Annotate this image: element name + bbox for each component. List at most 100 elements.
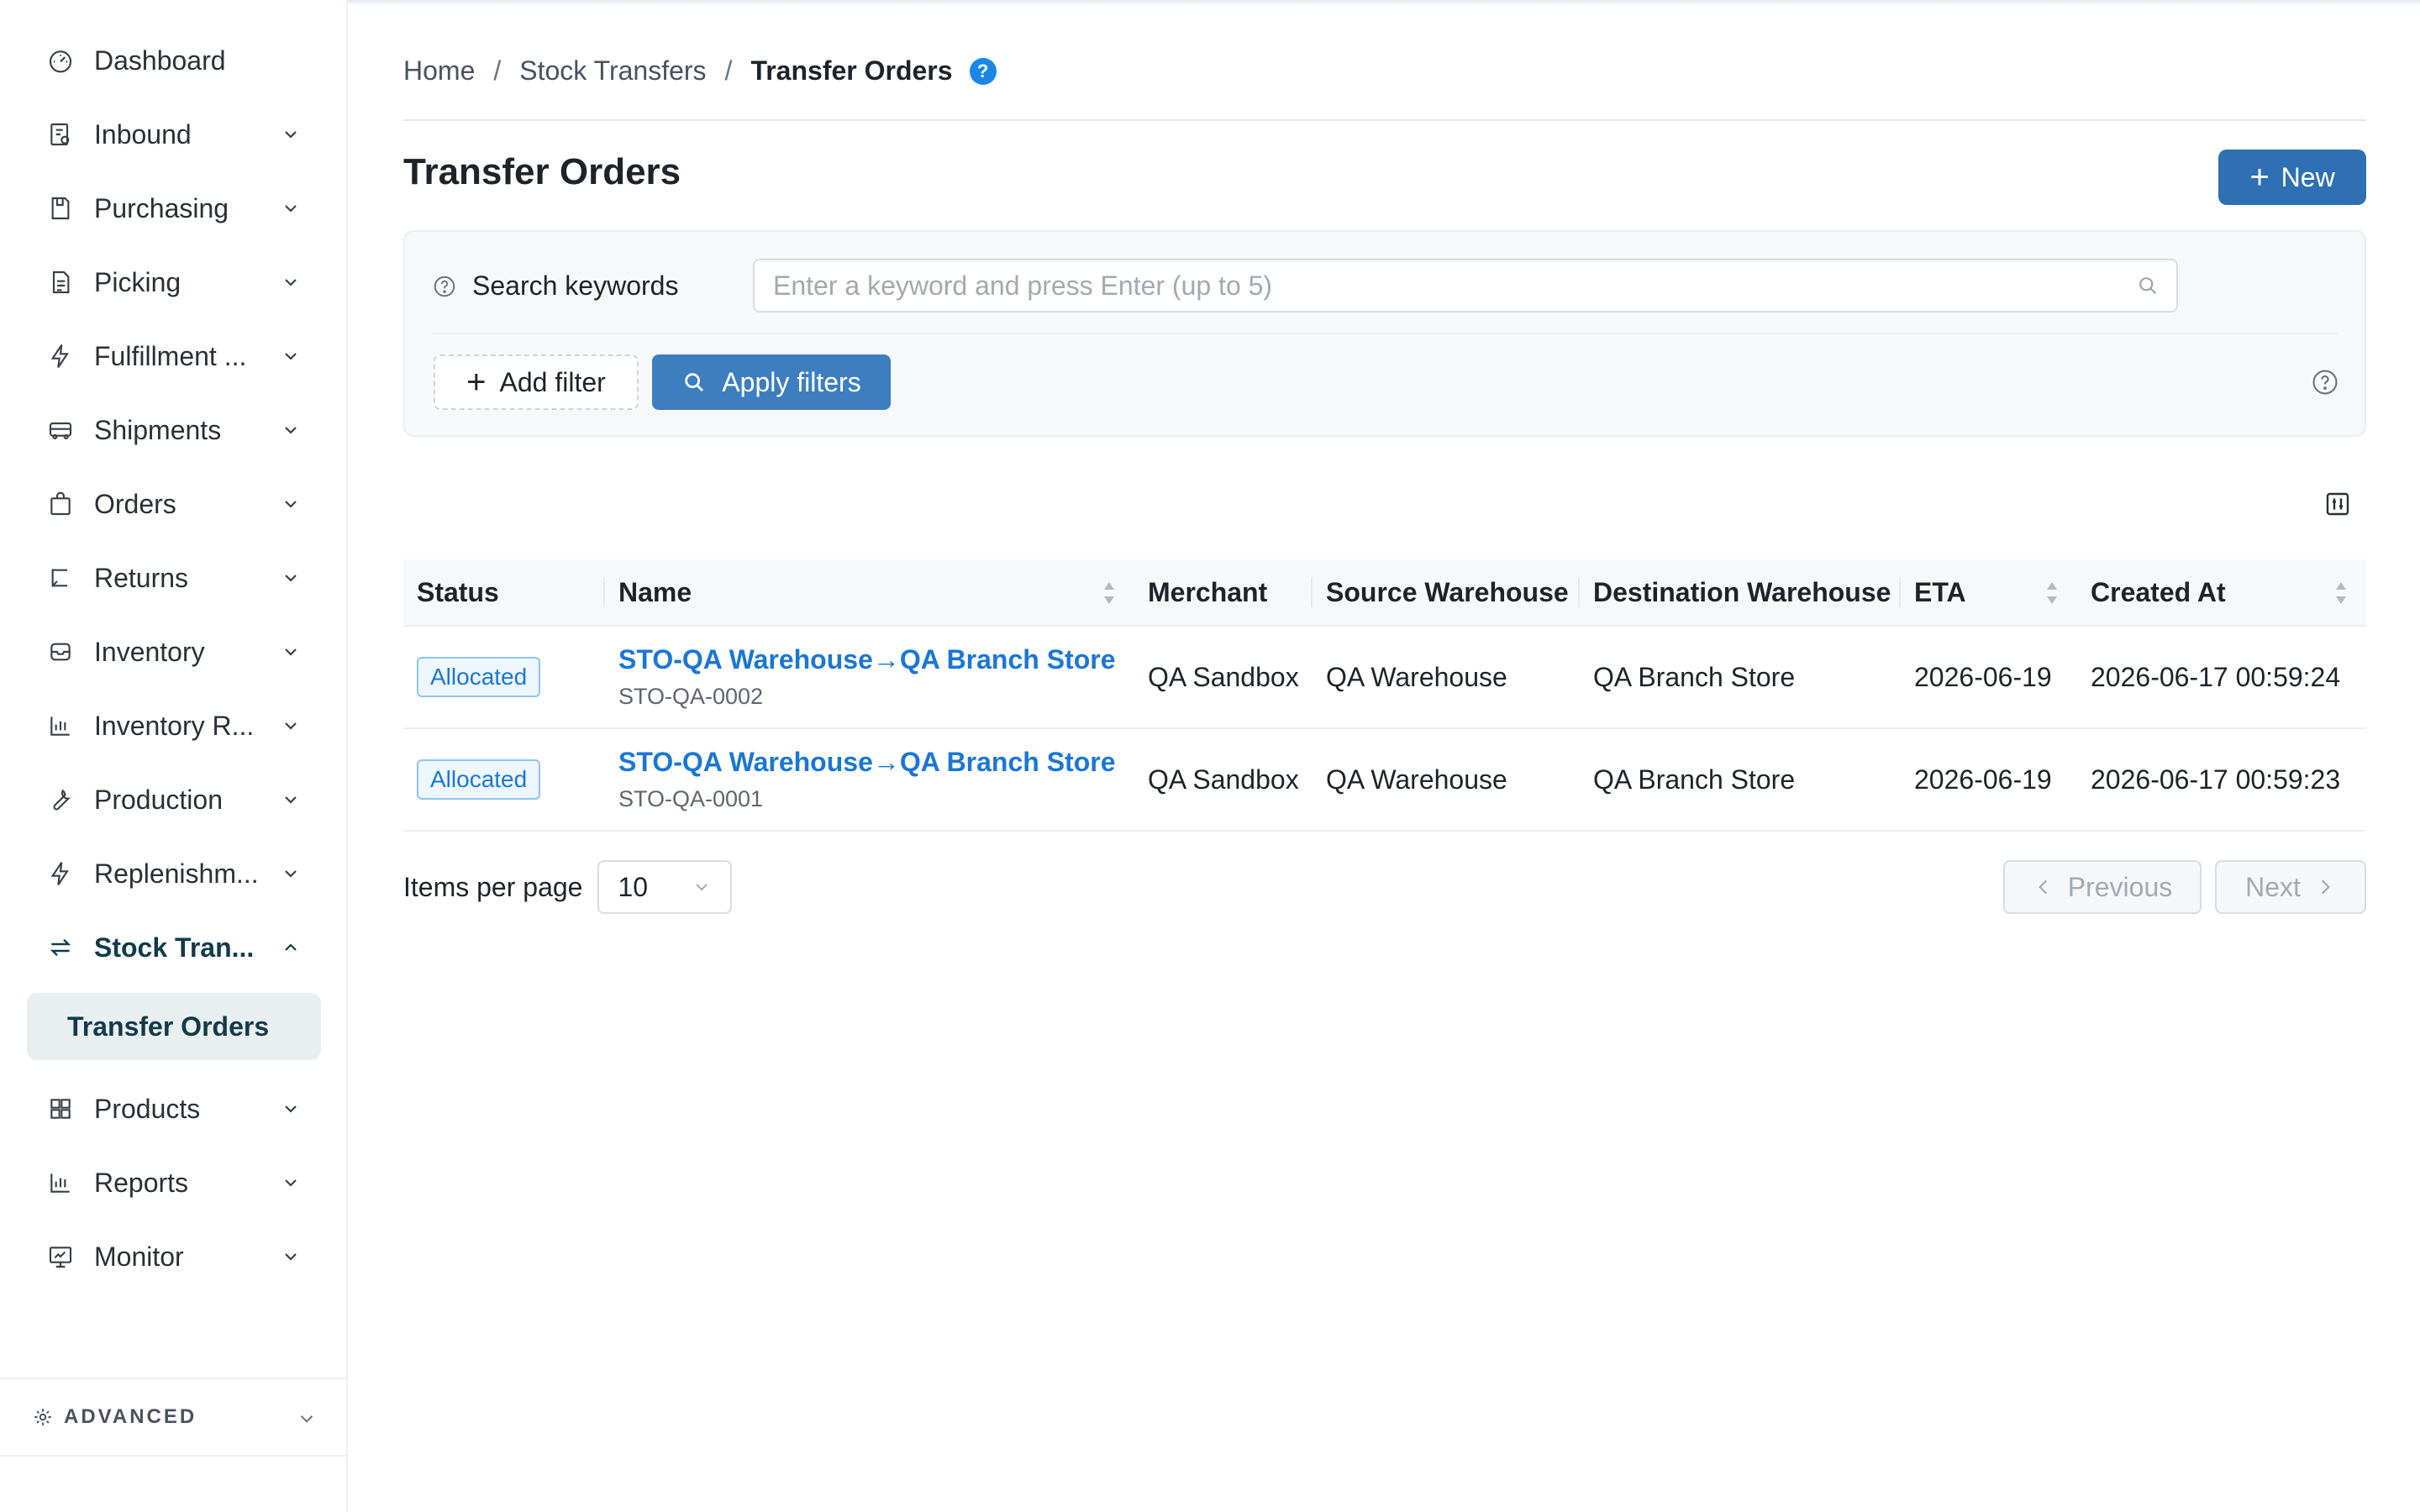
- eta-cell: 2026-06-19: [1914, 661, 2052, 692]
- sidebar-item-stock-transfers[interactable]: Stock Tran...: [25, 916, 302, 979]
- chevron-down-icon: [279, 492, 302, 516]
- transfer-order-code: STO-QA-0001: [618, 786, 764, 811]
- search-keywords-label: Search keywords: [432, 270, 678, 302]
- sidebar-item-monitor[interactable]: Monitor: [25, 1225, 302, 1289]
- breadcrumb-separator: /: [724, 55, 733, 86]
- swap-icon: [42, 929, 79, 966]
- created-at-cell: 2026-06-17 00:59:24: [2091, 661, 2341, 692]
- previous-label: Previous: [2067, 871, 2173, 902]
- sidebar-item-inventory[interactable]: Inventory: [25, 620, 302, 684]
- name-cell: STO-QA Warehouse→QA Branch Store STO-QA-…: [605, 626, 1134, 728]
- grid-icon: [42, 1090, 79, 1127]
- column-header-created-at[interactable]: Created At: [2077, 559, 2366, 626]
- top-shadow: [348, 0, 2420, 5]
- sidebar-item-fulfillment[interactable]: Fulfillment ...: [25, 324, 302, 388]
- status-badge: Allocated: [417, 657, 541, 697]
- column-header-status: Status: [403, 559, 605, 626]
- wrench-icon: [42, 781, 79, 818]
- breadcrumb-divider: [403, 119, 2366, 121]
- apply-filters-button[interactable]: Apply filters: [652, 354, 891, 410]
- sidebar-item-label: Monitor: [94, 1241, 184, 1272]
- chevron-down-icon: [279, 566, 302, 590]
- next-button[interactable]: Next: [2215, 860, 2366, 914]
- column-header-merchant: Merchant: [1134, 559, 1313, 626]
- sidebar-item-inventory-reports[interactable]: Inventory R...: [25, 694, 302, 758]
- sort-icon[interactable]: [2044, 579, 2060, 607]
- sidebar-item-production[interactable]: Production: [25, 768, 302, 832]
- destination-warehouse-cell: QA Branch Store: [1593, 764, 1796, 795]
- column-header-label: Merchant: [1148, 576, 1268, 607]
- breadcrumb-home[interactable]: Home: [403, 55, 475, 87]
- transfer-orders-table: Status Name Merchant Source Warehouse De…: [403, 559, 2366, 832]
- items-per-page-select[interactable]: 10: [597, 860, 733, 914]
- sidebar-item-label: Returns: [94, 562, 189, 593]
- column-header-label: Status: [417, 576, 499, 607]
- chevron-down-icon: [279, 1245, 302, 1268]
- sidebar-item-label: Orders: [94, 488, 176, 519]
- chevron-down-icon: [279, 862, 302, 885]
- transfer-order-link[interactable]: STO-QA Warehouse→QA Branch Store: [618, 747, 1134, 778]
- status-badge: Allocated: [417, 759, 541, 800]
- sidebar-item-picking[interactable]: Picking: [25, 250, 302, 314]
- search-icon: [2136, 274, 2160, 297]
- help-circle-icon[interactable]: [2311, 368, 2339, 396]
- table-row[interactable]: Allocated STO-QA Warehouse→QA Branch Sto…: [403, 627, 2366, 729]
- plus-icon: +: [466, 364, 487, 401]
- bolt-icon: [42, 338, 79, 375]
- inbound-icon: [42, 116, 79, 153]
- truck-icon: [42, 412, 79, 449]
- breadcrumb: Home / Stock Transfers / Transfer Orders…: [403, 55, 997, 87]
- search-label-text: Search keywords: [472, 270, 679, 301]
- column-settings-icon[interactable]: [2324, 491, 2351, 517]
- sort-icon[interactable]: [2333, 579, 2349, 607]
- sidebar-item-shipments[interactable]: Shipments: [25, 398, 302, 462]
- bag-icon: [42, 486, 79, 522]
- source-warehouse-cell: QA Warehouse: [1326, 661, 1507, 692]
- sidebar-item-label: Replenishm...: [94, 858, 259, 889]
- column-header-label: Source Warehouse: [1326, 576, 1569, 607]
- sidebar-item-products[interactable]: Products: [25, 1077, 302, 1141]
- sidebar-item-orders[interactable]: Orders: [25, 472, 302, 536]
- table-header: Status Name Merchant Source Warehouse De…: [403, 559, 2366, 627]
- column-header-eta[interactable]: ETA: [1901, 559, 2077, 626]
- chevron-down-icon: [279, 788, 302, 811]
- add-filter-button[interactable]: + Add filter: [434, 354, 639, 410]
- new-button[interactable]: + New: [2218, 150, 2366, 205]
- chevron-down-icon: [279, 270, 302, 294]
- chevron-down-icon: [279, 418, 302, 442]
- chevron-right-icon: [2314, 876, 2336, 898]
- sidebar-item-reports[interactable]: Reports: [25, 1151, 302, 1215]
- sidebar: Dashboard Inbound Purchasing Picking Ful…: [0, 0, 348, 1512]
- gear-icon: [32, 1406, 54, 1428]
- sidebar-subitem-label: Transfer Orders: [67, 1011, 270, 1042]
- name-cell: STO-QA Warehouse→QA Branch Store STO-QA-…: [605, 728, 1134, 831]
- inbox-icon: [42, 633, 79, 670]
- sidebar-item-label: Reports: [94, 1167, 189, 1198]
- sidebar-item-dashboard[interactable]: Dashboard: [25, 29, 302, 92]
- chevron-down-icon: [279, 344, 302, 368]
- column-header-name[interactable]: Name: [605, 559, 1134, 626]
- breadcrumb-stock-transfers[interactable]: Stock Transfers: [519, 55, 706, 87]
- sidebar-item-returns[interactable]: Returns: [25, 546, 302, 610]
- chevron-down-icon: [279, 197, 302, 220]
- previous-button[interactable]: Previous: [2003, 860, 2202, 914]
- chevron-down-icon: [279, 123, 302, 146]
- chevron-up-icon: [279, 936, 302, 959]
- table-row[interactable]: Allocated STO-QA Warehouse→QA Branch Sto…: [403, 729, 2366, 832]
- sidebar-item-inbound[interactable]: Inbound: [25, 102, 302, 166]
- chevron-down-icon: [296, 1408, 318, 1430]
- plus-icon: +: [2249, 159, 2270, 196]
- help-icon[interactable]: ?: [969, 57, 997, 85]
- sort-icon[interactable]: [1101, 579, 1118, 607]
- transfer-order-link[interactable]: STO-QA Warehouse→QA Branch Store: [618, 644, 1134, 675]
- sidebar-subitem-transfer-orders[interactable]: Transfer Orders: [27, 993, 321, 1060]
- add-filter-label: Add filter: [499, 366, 606, 397]
- status-cell: Allocated: [403, 626, 605, 728]
- sidebar-item-replenishment[interactable]: Replenishm...: [25, 842, 302, 906]
- sidebar-item-label: Products: [94, 1093, 201, 1124]
- search-input[interactable]: [753, 259, 2178, 312]
- sidebar-item-purchasing[interactable]: Purchasing: [25, 176, 302, 240]
- bar-chart-icon: [42, 1164, 79, 1201]
- advanced-toggle[interactable]: ADVANCED: [0, 1378, 348, 1457]
- chevron-down-icon: [279, 1097, 302, 1121]
